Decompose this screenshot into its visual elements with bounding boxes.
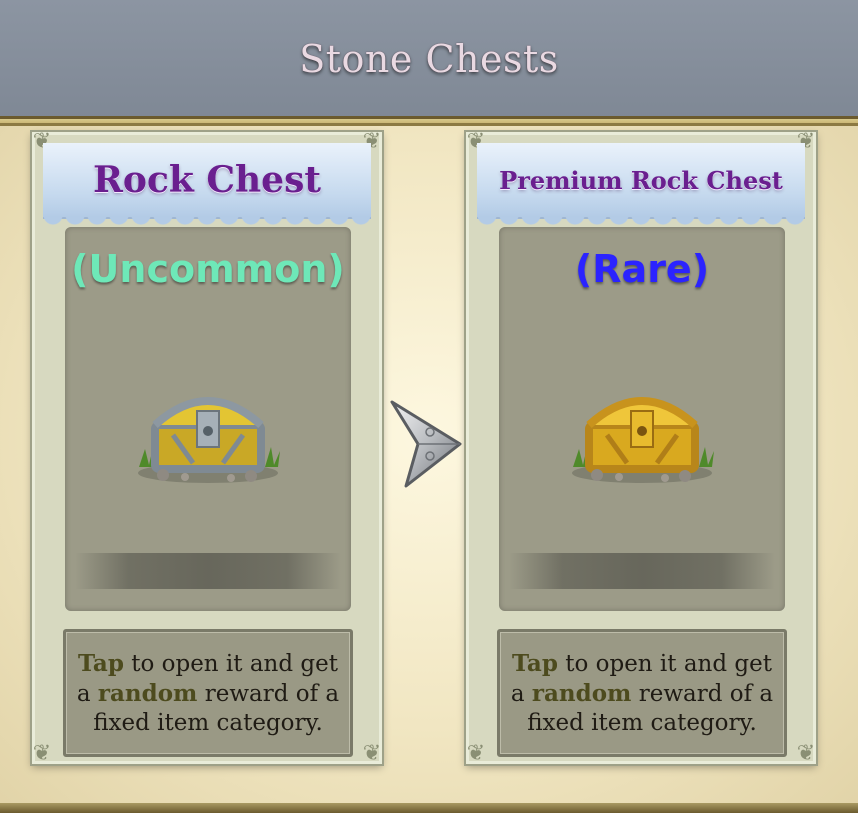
description-box: Tap to open it and get a random reward o… [63, 629, 353, 757]
corner-ornament-icon: ❦ [466, 741, 486, 766]
chest-display[interactable]: (Uncommon) [65, 227, 351, 611]
description-text: Tap to open it and get a random reward o… [510, 649, 774, 736]
keyword-random: random [97, 679, 198, 707]
golden-chest-icon[interactable] [567, 375, 717, 487]
keyword-random: random [531, 679, 632, 707]
header-divider [0, 116, 858, 126]
chest-display[interactable]: (Rare) [499, 227, 785, 611]
corner-ornament-icon: ❦ [796, 741, 816, 766]
keyword-tap: Tap [512, 649, 558, 677]
rarity-label: (Rare) [574, 247, 710, 291]
corner-ornament-icon: ❦ [32, 741, 52, 766]
description-box: Tap to open it and get a random reward o… [497, 629, 787, 757]
chest-card-premium-rock[interactable]: ❦ ❦ ❦ ❦ Premium Rock Chest (Rare) Tap to… [466, 129, 816, 766]
rarity-label: (Uncommon) [71, 247, 345, 291]
title-bar: Stone Chests [0, 0, 858, 118]
page-title: Stone Chests [299, 37, 559, 81]
chest-name: Premium Rock Chest [499, 165, 783, 195]
bottom-divider [0, 803, 858, 813]
chest-name-banner: Premium Rock Chest [477, 143, 805, 225]
stone-chest-icon[interactable] [133, 375, 283, 487]
upgrade-arrow-icon [390, 400, 462, 488]
chest-name-banner: Rock Chest [43, 143, 371, 225]
corner-ornament-icon: ❦ [362, 741, 382, 766]
chest-card-rock[interactable]: ❦ ❦ ❦ ❦ Rock Chest (Uncommon) Tap to ope… [32, 129, 382, 766]
chest-pedestal-shadow [75, 553, 341, 589]
keyword-tap: Tap [78, 649, 124, 677]
description-text: Tap to open it and get a random reward o… [76, 649, 340, 736]
chest-pedestal-shadow [509, 553, 775, 589]
chest-name: Rock Chest [93, 159, 321, 201]
